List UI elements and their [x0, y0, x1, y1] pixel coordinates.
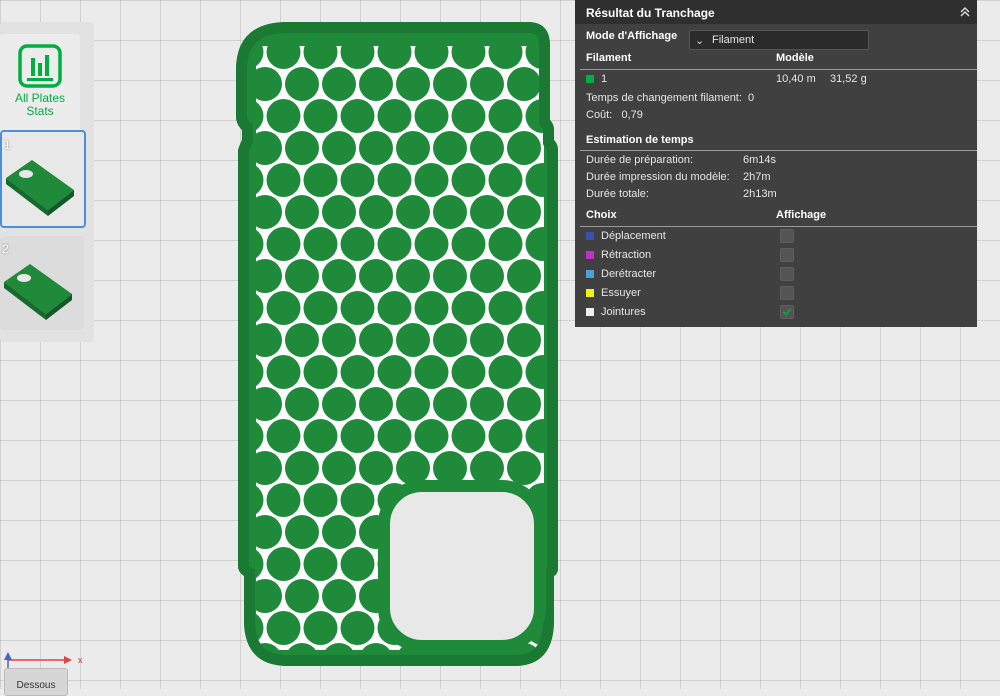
retraction-color-swatch	[586, 251, 594, 260]
filament-length: 10,40 m	[776, 73, 816, 85]
slicing-result-panel: Résultat du Tranchage Mode d'Affichage ⌄…	[575, 0, 977, 327]
option-label: Essuyer	[601, 287, 641, 299]
option-seams: Jointures	[586, 306, 646, 318]
chevron-down-icon: ⌄	[695, 35, 705, 47]
plate-thumbnail	[6, 160, 74, 216]
filament-color-swatch	[586, 75, 594, 84]
retraction-checkbox[interactable]	[780, 248, 794, 262]
filament-id: 1	[601, 73, 608, 85]
deretract-color-swatch	[586, 270, 594, 279]
plate-sidebar: All Plates Stats 1 2	[0, 22, 94, 342]
model-column-header: Modèle	[776, 52, 814, 64]
phone-case-model[interactable]	[228, 20, 568, 670]
filament-row: 1	[586, 73, 607, 85]
option-retraction: Rétraction	[586, 249, 651, 261]
total-time-label: Durée totale:	[586, 188, 649, 200]
collapse-icon[interactable]	[959, 6, 971, 18]
option-label: Jointures	[601, 306, 646, 318]
travel-checkbox[interactable]	[780, 229, 794, 243]
display-mode-value: Filament	[712, 34, 755, 46]
print-time-label: Durée impression du modèle:	[586, 171, 730, 183]
plate-card-1[interactable]: 1	[0, 130, 86, 228]
checkmark-icon	[782, 308, 792, 316]
view-bottom-button[interactable]: Dessous	[4, 668, 68, 696]
stats-icon	[18, 44, 62, 88]
option-label: Déplacement	[601, 230, 666, 242]
travel-color-swatch	[586, 232, 594, 241]
filament-change-time: Temps de changement filament: 0	[586, 92, 754, 104]
cost-row: Coût: 0,79	[586, 109, 643, 121]
option-deretract: Derétracter	[586, 268, 656, 280]
deretract-checkbox[interactable]	[780, 267, 794, 281]
seams-checkbox[interactable]	[780, 305, 794, 319]
axis-x-label: x	[78, 655, 83, 665]
filament-column-header: Filament	[586, 52, 632, 64]
filament-weight: 31,52 g	[830, 73, 867, 85]
prep-time-label: Durée de préparation:	[586, 154, 694, 166]
cost-label: Coût:	[586, 109, 613, 121]
display-mode-label: Mode d'Affichage	[586, 30, 678, 42]
print-time-value: 2h7m	[743, 171, 771, 183]
change-time-label: Temps de changement filament:	[586, 92, 742, 104]
total-time-value: 2h13m	[743, 188, 777, 200]
display-mode-select[interactable]: ⌄ Filament	[689, 30, 869, 50]
option-travel: Déplacement	[586, 230, 666, 242]
option-label: Derétracter	[601, 268, 657, 280]
panel-title: Résultat du Tranchage	[586, 6, 715, 20]
display-column-header: Affichage	[776, 209, 827, 221]
seams-color-swatch	[586, 308, 594, 317]
option-wipe: Essuyer	[586, 287, 641, 299]
change-time-value: 0	[748, 92, 755, 104]
cost-value: 0,79	[621, 109, 643, 121]
stats-label: Stats	[26, 104, 54, 118]
plate-thumbnail	[4, 264, 72, 320]
choice-column-header: Choix	[586, 209, 617, 221]
all-plates-stats-button[interactable]: All Plates Stats	[0, 34, 80, 142]
plate-card-2[interactable]: 2	[0, 236, 84, 330]
option-label: Rétraction	[601, 249, 652, 261]
panel-header: Résultat du Tranchage	[575, 0, 977, 24]
wipe-color-swatch	[586, 289, 594, 298]
wipe-checkbox[interactable]	[780, 286, 794, 300]
time-estimate-header: Estimation de temps	[586, 134, 694, 146]
prep-time-value: 6m14s	[743, 154, 777, 166]
